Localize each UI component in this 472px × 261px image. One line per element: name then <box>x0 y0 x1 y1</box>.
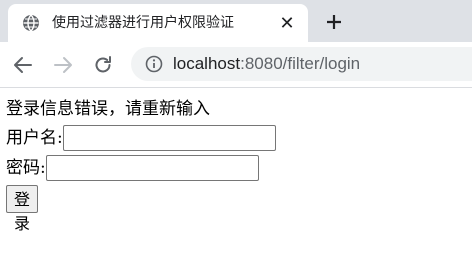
password-field[interactable] <box>45 155 259 181</box>
username-field[interactable] <box>62 125 276 151</box>
tab-strip: 使用过滤器进行用户权限验证 ✕ <box>0 0 472 42</box>
tab-title: 使用过滤器进行用户权限验证 <box>52 15 234 31</box>
error-message: 登录信息错误，请重新输入 <box>6 99 210 119</box>
address-bar[interactable]: localhost:8080/filter/login <box>131 47 472 81</box>
browser-chrome: 使用过滤器进行用户权限验证 ✕ localhost:8080/filter/lo… <box>0 0 472 88</box>
password-row: 密码: <box>6 155 259 181</box>
browser-toolbar: localhost:8080/filter/login <box>0 42 472 88</box>
password-label: 密码: <box>6 158 46 178</box>
url-text[interactable]: localhost:8080/filter/login <box>173 54 360 74</box>
reload-icon[interactable] <box>91 53 115 77</box>
globe-icon <box>22 14 40 32</box>
plus-icon[interactable] <box>322 10 346 34</box>
url-path: :8080/filter/login <box>240 54 361 73</box>
url-host: localhost <box>173 54 241 73</box>
tab-active[interactable]: 使用过滤器进行用户权限验证 ✕ <box>8 4 308 42</box>
close-icon[interactable]: ✕ <box>278 13 296 34</box>
info-icon[interactable] <box>145 55 163 73</box>
username-label: 用户名: <box>6 128 63 148</box>
username-row: 用户名: <box>6 125 276 151</box>
login-button[interactable]: 登录 <box>6 185 39 233</box>
arrow-left-icon[interactable] <box>11 53 35 77</box>
arrow-right-icon[interactable] <box>51 53 75 77</box>
